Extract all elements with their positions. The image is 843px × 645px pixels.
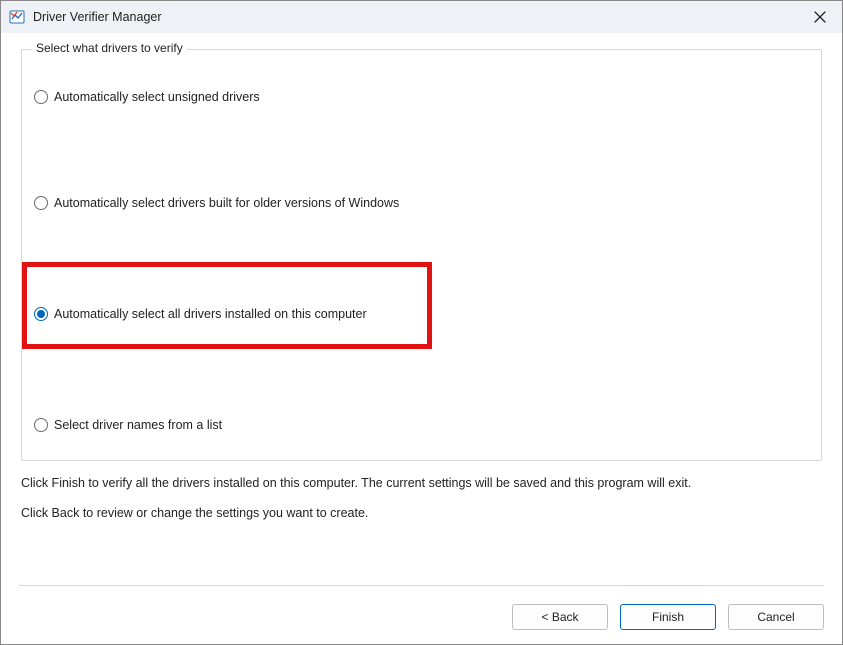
radio-unsigned-drivers[interactable]: Automatically select unsigned drivers <box>34 88 260 106</box>
wizard-buttons: < Back Finish Cancel <box>512 604 824 630</box>
radio-all-installed-drivers[interactable]: Automatically select all drivers install… <box>34 305 367 323</box>
finish-button[interactable]: Finish <box>620 604 716 630</box>
close-button[interactable] <box>806 5 834 29</box>
radio-label: Select driver names from a list <box>54 418 222 432</box>
content-area: Select what drivers to verify Automatica… <box>1 33 842 461</box>
cancel-button[interactable]: Cancel <box>728 604 824 630</box>
radio-label: Automatically select drivers built for o… <box>54 196 399 210</box>
instruction-line-2: Click Back to review or change the setti… <box>21 505 822 521</box>
radio-older-windows-drivers[interactable]: Automatically select drivers built for o… <box>34 194 399 212</box>
radio-icon <box>34 418 48 432</box>
radio-icon <box>34 90 48 104</box>
instruction-line-1: Click Finish to verify all the drivers i… <box>21 475 822 491</box>
radio-icon-selected <box>34 307 48 321</box>
fieldset-legend: Select what drivers to verify <box>32 41 187 55</box>
app-icon <box>9 9 25 25</box>
radio-icon <box>34 196 48 210</box>
window-title: Driver Verifier Manager <box>33 10 162 24</box>
radio-select-from-list[interactable]: Select driver names from a list <box>34 416 222 434</box>
instructions: Click Finish to verify all the drivers i… <box>1 461 842 522</box>
radio-label: Automatically select unsigned drivers <box>54 90 260 104</box>
drivers-fieldset: Select what drivers to verify Automatica… <box>21 49 822 461</box>
back-button[interactable]: < Back <box>512 604 608 630</box>
separator <box>19 585 824 586</box>
radio-label: Automatically select all drivers install… <box>54 307 367 321</box>
titlebar: Driver Verifier Manager <box>1 1 842 33</box>
